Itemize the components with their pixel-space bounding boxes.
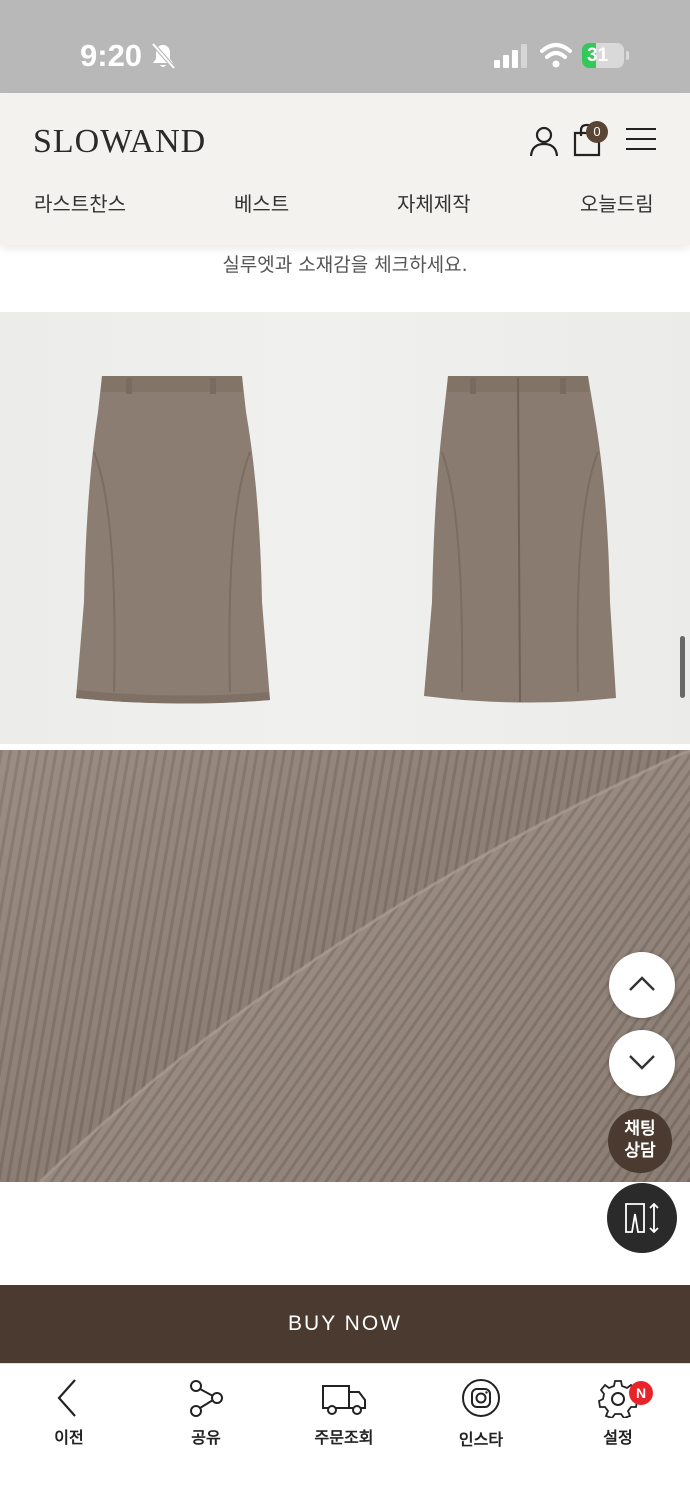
nav-item-last-chance[interactable]: 라스트찬스 [34,188,126,217]
chat-label-line1: 채팅 [624,1119,656,1139]
bell-slash-icon [151,42,176,70]
share-icon [190,1380,223,1417]
skirt-front-back-photo [0,312,690,744]
battery-level: 31 [587,45,609,66]
cart-count-badge: 0 [586,121,608,143]
page: 9:20 31 SLOWAND 0 라스트찬스 베스트 자체제작 오늘드림 실루… [0,0,690,1500]
hamburger-menu-icon[interactable] [626,127,656,151]
user-icon[interactable] [528,125,560,157]
chevron-down-icon [629,1055,655,1070]
logo[interactable]: SLOWAND [33,123,206,161]
toolbar-instagram-button[interactable]: 인스타 [426,1364,536,1464]
settings-new-badge: N [629,1381,653,1405]
scroll-up-button[interactable] [609,952,675,1018]
bottom-toolbar: 이전 공유 주문조회 인스타 설정 [0,1363,690,1500]
status-time: 9:20 [80,38,143,73]
site-header: SLOWAND 0 라스트찬스 베스트 자체제작 오늘드림 [0,93,690,245]
nav-item-in-house[interactable]: 자체제작 [397,188,471,217]
toolbar-order-lookup-label: 주문조회 [314,1428,374,1447]
status-bar: 9:20 31 [0,0,690,93]
scroll-down-button[interactable] [609,1030,675,1096]
truck-icon [322,1385,366,1415]
section-subtitle: 실루엣과 소재감을 체크하세요. [222,254,468,276]
fabric-texture-image [0,750,690,1182]
toolbar-share-label: 공유 [191,1428,221,1447]
signal-icon [494,44,527,68]
main-nav: 라스트찬스 베스트 자체제작 오늘드림 [0,188,690,218]
toolbar-settings-button[interactable]: 설정 [563,1364,673,1464]
fabric-texture-closeup [0,750,690,1182]
nav-item-best[interactable]: 베스트 [234,188,289,217]
chevron-up-icon [629,976,655,991]
toolbar-order-lookup-button[interactable]: 주문조회 [289,1364,399,1464]
chat-consult-button[interactable]: 채팅 상담 [608,1109,672,1173]
buy-now-button[interactable]: BUY NOW [0,1285,690,1363]
skirt-back-image [424,376,616,703]
toolbar-settings-label: 설정 [603,1428,633,1447]
size-chart-icon [625,1202,659,1234]
toolbar-instagram-label: 인스타 [458,1430,504,1449]
toolbar-share-button[interactable]: 공유 [151,1364,261,1464]
instagram-icon [462,1379,500,1417]
scrollbar-thumb[interactable] [680,636,685,698]
chat-label-line2: 상담 [624,1141,656,1161]
toolbar-back-label: 이전 [54,1428,84,1447]
toolbar-back-button[interactable]: 이전 [14,1364,124,1464]
wifi-icon [540,43,572,68]
skirt-front-image [76,376,270,704]
size-chart-button[interactable] [607,1183,677,1253]
nav-item-today-dream[interactable]: 오늘드림 [580,188,654,217]
back-icon [57,1379,76,1417]
